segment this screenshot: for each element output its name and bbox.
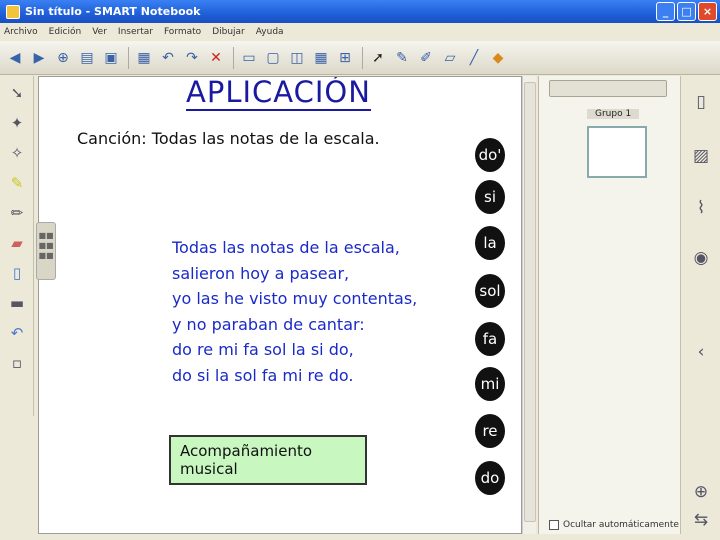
toolbar-divider — [128, 46, 129, 69]
attachments-icon[interactable]: ⌇ — [687, 194, 715, 222]
delete-icon[interactable]: ✕ — [205, 47, 227, 69]
auto-hide-label: Ocultar automáticamente — [563, 520, 679, 530]
auto-hide-checkbox[interactable] — [549, 520, 559, 530]
note-sol[interactable]: sol — [475, 274, 505, 308]
highlighter-icon[interactable]: ✎ — [4, 170, 30, 196]
lyric-line: y no paraban de cantar: — [172, 314, 365, 334]
page-sorter-panel: Grupo 1 Ocultar automáticamente — [538, 76, 680, 534]
add-ons-icon[interactable]: ⊕ — [687, 478, 715, 506]
redo-icon[interactable]: ↷ — [181, 47, 203, 69]
note-mi[interactable]: mi — [475, 367, 505, 401]
lyric-line: do si la sol fa mi re do. — [172, 365, 354, 385]
song-title: Canción: Todas las notas de la escala. — [77, 129, 380, 148]
right-tab-strip: ▯ ▨ ⌇ ◉ ‹ ⊕ ⇆ — [680, 76, 720, 534]
vertical-scrollbar[interactable] — [522, 76, 536, 534]
shape-recognition-icon[interactable]: ✧ — [4, 140, 30, 166]
menu-dibujar[interactable]: Dibujar — [212, 27, 245, 37]
toolbar-drag-handle[interactable]: ■■ ■■ ■■ — [36, 222, 56, 280]
divider-icon: ▬ — [9, 294, 25, 312]
smart-notebook-window: Sin título - SMART Notebook _ □ × Archiv… — [0, 0, 720, 540]
main-toolbar: ◀ ▶ ⊕ ▤ ▣ ▦ ↶ ↷ ✕ ▭ ▢ ◫ ▦ ⊞ ➚ ✎ ✐ ▱ ╱ ◆ — [0, 41, 720, 75]
lyrics-block: Todas las notas de la escala, salieron h… — [172, 235, 417, 388]
swap-side-icon[interactable]: ⇆ — [687, 506, 715, 534]
menu-insertar[interactable]: Insertar — [118, 27, 153, 37]
select-arrow-icon[interactable]: ➘ — [4, 80, 30, 106]
page-title: APLICACIÓN — [186, 76, 371, 111]
group-dropdown[interactable] — [549, 80, 667, 97]
back-icon[interactable]: ◀ — [4, 47, 26, 69]
lyric-line: salieron hoy a pasear, — [172, 263, 350, 283]
eraser-icon[interactable]: ▱ — [439, 47, 461, 69]
table-icon[interactable]: ▦ — [310, 47, 332, 69]
pen-icon[interactable]: ✎ — [391, 47, 413, 69]
left-tool-strip: ➘ ✦ ✧ ✎ ✏ ▰ ▯ ▬ ↶ ▫ — [0, 76, 34, 416]
undo-icon[interactable]: ↶ — [157, 47, 179, 69]
open-icon[interactable]: ▤ — [76, 47, 98, 69]
properties-icon[interactable]: ◉ — [687, 244, 715, 272]
page-icon[interactable]: ▯ — [4, 260, 30, 286]
magic-pen-icon[interactable]: ✦ — [4, 110, 30, 136]
note-do[interactable]: do — [475, 461, 505, 495]
page-thumbnail[interactable] — [587, 126, 647, 178]
more-tools-icon[interactable]: ▫ — [4, 350, 30, 376]
accompaniment-button[interactable]: Acompañamiento musical — [169, 435, 367, 485]
toolbar-divider — [362, 46, 363, 69]
close-button[interactable]: × — [698, 2, 717, 21]
save-icon[interactable]: ▣ — [100, 47, 122, 69]
camera-icon[interactable]: ◫ — [286, 47, 308, 69]
gallery-icon[interactable]: ▨ — [687, 142, 715, 170]
notebook-page[interactable]: APLICACIÓN Canción: Todas las notas de l… — [38, 76, 522, 534]
line-icon[interactable]: ╱ — [463, 47, 485, 69]
window-title: Sin título - SMART Notebook — [25, 5, 201, 18]
pen-tool-icon[interactable]: ✏ — [4, 200, 30, 226]
note-fa[interactable]: fa — [475, 322, 505, 356]
menu-ver[interactable]: Ver — [92, 27, 107, 37]
lyric-line: yo las he visto muy contentas, — [172, 289, 418, 308]
note-re[interactable]: re — [475, 414, 505, 448]
display-icon[interactable]: ▢ — [262, 47, 284, 69]
paste-icon[interactable]: ▦ — [133, 47, 155, 69]
lyric-line: Todas las notas de la escala, — [172, 238, 400, 257]
creative-pen-icon[interactable]: ✐ — [415, 47, 437, 69]
menu-bar: Archivo Edición Ver Insertar Formato Dib… — [0, 23, 720, 41]
note-do-high[interactable]: do' — [475, 138, 505, 172]
grid-icon[interactable]: ⊞ — [334, 47, 356, 69]
scrollbar-thumb[interactable] — [524, 82, 536, 522]
maximize-button[interactable]: □ — [677, 2, 696, 21]
forward-icon[interactable]: ▶ — [28, 47, 50, 69]
minimize-button[interactable]: _ — [656, 2, 675, 21]
window-controls: _ □ × — [656, 2, 717, 21]
screen-shade-icon[interactable]: ▭ — [238, 47, 260, 69]
app-icon — [6, 4, 20, 19]
collapse-icon[interactable]: ‹ — [687, 338, 715, 366]
select-icon[interactable]: ➚ — [367, 47, 389, 69]
shape-icon[interactable]: ◆ — [487, 47, 509, 69]
page-sorter-icon[interactable]: ▯ — [687, 88, 715, 116]
eraser-tool-icon[interactable]: ▰ — [4, 230, 30, 256]
menu-ayuda[interactable]: Ayuda — [256, 27, 284, 37]
undo-tool-icon[interactable]: ↶ — [4, 320, 30, 346]
add-page-icon[interactable]: ⊕ — [52, 47, 74, 69]
menu-archivo[interactable]: Archivo — [4, 27, 38, 37]
toolbar-divider — [233, 46, 234, 69]
menu-formato[interactable]: Formato — [164, 27, 201, 37]
note-si[interactable]: si — [475, 180, 505, 214]
group-label: Grupo 1 — [587, 109, 640, 119]
lyric-line: do re mi fa sol la si do, — [172, 340, 354, 359]
auto-hide-option[interactable]: Ocultar automáticamente — [549, 520, 679, 530]
menu-edicion[interactable]: Edición — [49, 27, 82, 37]
title-bar: Sin título - SMART Notebook _ □ × — [0, 0, 720, 23]
note-la[interactable]: la — [475, 226, 505, 260]
